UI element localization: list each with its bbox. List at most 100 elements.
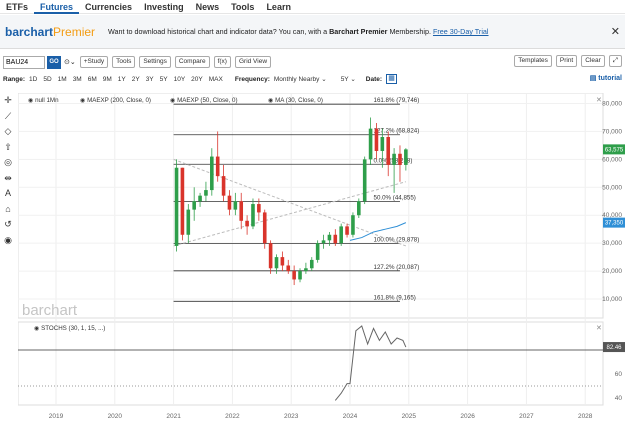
fib-level-label: 50.0% (44,855) xyxy=(374,195,416,202)
stoch-legend: ◉ STOCHS (30, 1, 15, ...) xyxy=(34,325,105,332)
symbol-input[interactable] xyxy=(3,55,45,69)
free-trial-link[interactable]: Free 30-Day Trial xyxy=(433,27,489,36)
chart-area[interactable]: 2019 2020 2021 2022 2023 2024 2025 2026 2027 2028… xyxy=(17,92,625,422)
add-study-button[interactable]: +Study xyxy=(79,56,109,68)
candle-body xyxy=(362,159,367,202)
range-10y[interactable]: 10Y xyxy=(174,76,186,83)
candle-body xyxy=(251,204,255,227)
grid-view-button[interactable]: Grid View xyxy=(234,56,272,68)
time-axis-label: 2026 xyxy=(460,413,475,420)
trendline xyxy=(173,181,406,247)
nav-learn[interactable]: Learn xyxy=(260,0,297,14)
calendar-icon[interactable]: ▦ xyxy=(386,74,398,84)
candle-body xyxy=(239,201,244,221)
fib-level-label: 127.2% (68,824) xyxy=(374,128,420,135)
time-axis-label: 2019 xyxy=(49,413,64,420)
candle-body xyxy=(357,201,361,216)
price-panel-close-icon: ✕ xyxy=(596,97,602,104)
candle-body xyxy=(192,201,196,210)
shape-icon[interactable]: ◇ xyxy=(0,126,16,142)
print-button[interactable]: Print xyxy=(555,55,578,67)
range-6m[interactable]: 6M xyxy=(88,76,97,83)
candle-body xyxy=(321,240,326,244)
circle-icon[interactable]: ◎ xyxy=(0,157,16,173)
time-axis-label: 2022 xyxy=(225,413,240,420)
range-1y[interactable]: 1Y xyxy=(118,76,126,83)
compare-button[interactable]: Compare xyxy=(174,56,210,68)
go-button[interactable]: GO xyxy=(47,55,61,69)
fib-level-label: 127.2% (20,087) xyxy=(374,264,420,271)
templates-button[interactable]: Templates xyxy=(514,55,552,67)
price-axis-label: 60,000 xyxy=(602,156,622,163)
function-button[interactable]: f(x) xyxy=(213,56,231,68)
chart-type-select[interactable]: ⊙⌄ xyxy=(64,58,76,66)
range-5d[interactable]: 5D xyxy=(43,76,51,83)
price-chart[interactable]: 2019 2020 2021 2022 2023 2024 2025 2026 2027 2028… xyxy=(17,92,625,422)
candle-body xyxy=(339,226,343,244)
tutorial-link[interactable]: ▤ tutorial xyxy=(590,74,622,82)
candle-body xyxy=(380,137,385,151)
nav-tools[interactable]: Tools xyxy=(225,0,260,14)
eye-icon[interactable]: ◉ xyxy=(0,235,16,251)
frequency-select[interactable]: Monthly Nearby ⌄ xyxy=(274,75,327,83)
line-icon[interactable]: ⟋ xyxy=(0,111,16,127)
candle-body xyxy=(351,215,355,235)
price-axis-label: 50,000 xyxy=(602,184,622,191)
frequency-label: Frequency: xyxy=(234,75,270,83)
fib-level-label: 161.8% (79,746) xyxy=(374,97,420,104)
stoch-axis-label: 60 xyxy=(615,371,623,378)
range-9m[interactable]: 9M xyxy=(103,76,112,83)
candle-body xyxy=(392,153,396,165)
range-2y[interactable]: 2Y xyxy=(132,76,140,83)
stoch-axis-label: 40 xyxy=(615,395,623,402)
close-icon[interactable]: ✕ xyxy=(611,25,620,38)
barchart-watermark: barchart xyxy=(22,302,78,319)
candle-body xyxy=(204,190,208,196)
candle-body xyxy=(268,243,273,269)
last-price-text: 63,575 xyxy=(605,147,624,153)
stoch-close-icon: ✕ xyxy=(596,325,602,332)
range-20y[interactable]: 20Y xyxy=(191,76,203,83)
toolbar-right: Templates Print Clear ⤢ xyxy=(510,55,622,67)
nav-futures[interactable]: Futures xyxy=(34,0,80,14)
settings-button[interactable]: Settings xyxy=(139,56,171,68)
expand-icon[interactable]: ⤢ xyxy=(608,55,622,67)
candle-body xyxy=(345,226,349,235)
candle-body xyxy=(404,149,408,165)
measure-icon[interactable]: ⇹ xyxy=(0,173,16,189)
time-axis-label: 2020 xyxy=(108,413,123,420)
range-label: Range: xyxy=(3,75,26,83)
tools-button[interactable]: Tools xyxy=(112,56,136,68)
text-icon[interactable]: A xyxy=(0,188,16,204)
barchart-premier-logo[interactable]: barchartPremier xyxy=(5,25,100,39)
candle-body xyxy=(315,243,320,260)
range-5y[interactable]: 5Y xyxy=(160,76,168,83)
candle-body xyxy=(210,156,214,191)
candle-body xyxy=(304,268,308,272)
range-max[interactable]: MAX xyxy=(209,76,223,83)
crosshair-icon[interactable]: ✛ xyxy=(0,95,16,111)
candle-body xyxy=(286,265,291,272)
stoch-panel-frame xyxy=(17,321,604,406)
range-3m[interactable]: 3M xyxy=(73,76,82,83)
nav-currencies[interactable]: Currencies xyxy=(79,0,138,14)
stoch-line xyxy=(334,325,407,401)
range-1m[interactable]: 1M xyxy=(58,76,67,83)
candle-body xyxy=(198,195,202,202)
legend-item: ◉ MA (30, Close, 0) xyxy=(268,97,323,104)
candle-body xyxy=(215,156,220,177)
promo-text: Want to download historical chart and in… xyxy=(108,27,489,36)
price-axis-label: 30,000 xyxy=(602,240,622,247)
legend-item: ◉ null 1Mn xyxy=(28,97,59,104)
nav-investing[interactable]: Investing xyxy=(138,0,190,14)
nav-news[interactable]: News xyxy=(190,0,226,14)
nav-etfs[interactable]: ETFs xyxy=(0,0,34,14)
legend-item: ◉ MAEXP (50, Close, 0) xyxy=(170,97,238,104)
arrow-icon[interactable]: ⇧ xyxy=(0,142,16,158)
range-1d[interactable]: 1D xyxy=(29,76,37,83)
undo-icon[interactable]: ↺ xyxy=(0,219,16,235)
clear-button[interactable]: Clear xyxy=(581,55,605,67)
lock-icon[interactable]: ⌂ xyxy=(0,204,16,220)
period-select[interactable]: 5Y ⌄ xyxy=(341,75,356,83)
range-3y[interactable]: 3Y xyxy=(146,76,154,83)
